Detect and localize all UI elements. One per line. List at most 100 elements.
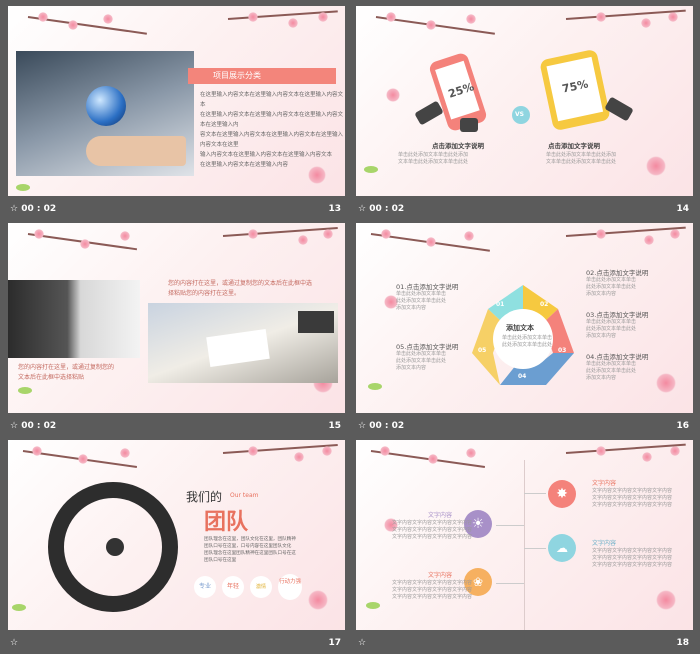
blossom-icon [103, 14, 113, 24]
blossom-icon [381, 229, 391, 239]
text-line: 年轻 [226, 583, 239, 590]
blossom-icon [428, 454, 438, 464]
star-badge-icon: ✸ [548, 480, 576, 508]
text-line: 文字内容文字内容文字内容文字内容 [592, 562, 673, 568]
section-banner [188, 68, 336, 84]
hand-image [86, 136, 186, 166]
text-line: 添加文本内容 [586, 333, 617, 339]
item-label: 03.点击添加文字说明 [586, 311, 649, 319]
blossom-icon [386, 12, 396, 22]
blossom-icon [642, 452, 652, 462]
left-text: 您的内容打在这里，或通过复制您的 文本后在此框中选择粘贴 [18, 363, 114, 383]
item-01: 01.点击添加文字说明 单击此处添加文本单击 此处添加文本单击此处 添加文本内容 [396, 281, 458, 312]
blossom-icon [466, 14, 476, 24]
slide-timing: ☆ 00 : 02 [10, 204, 57, 214]
connector-line [496, 583, 524, 584]
item-02: 02.点击添加文字说明 单击此处添加文本单击 此处添加文本单击此处 添加文本内容 [586, 267, 648, 298]
blossom-icon [670, 229, 680, 239]
tag-passion: 激情 [250, 576, 272, 598]
blossom-icon [78, 454, 88, 464]
slide-number: 13 [328, 204, 341, 214]
item-label: 02.点击添加文字说明 [586, 269, 649, 277]
slide-info-bar: ☆ 18 [356, 634, 693, 654]
blossom-icon [386, 88, 400, 102]
blossom-icon [38, 12, 48, 22]
desc-3: 文字内容文字内容文字内容文字内容 文字内容文字内容文字内容文字内容 文字内容文字内容… [592, 548, 672, 569]
right-text: 您的内容打在这里，或通过复制您的文本后在此框中选 择粘贴您的内容打在这里。 [168, 279, 312, 299]
text-line: 00 : 02 [21, 421, 57, 431]
desc-line: 文本单击此处添加文本单击此处 [398, 159, 469, 165]
text-line: 此处添加文本单击此处 [586, 368, 637, 374]
timeline-line [524, 460, 525, 630]
connector-line [496, 525, 524, 526]
slide-canvas: 25% VS 75% 点击添加文字说明 单击此处添加文本单击此处添加 文本单击此… [356, 6, 693, 196]
text-line: 文字内容文字内容文字内容文字内容 [592, 555, 673, 561]
blossom-icon [120, 231, 130, 241]
team-circle-photo [48, 482, 178, 612]
meeting-photo [148, 303, 338, 383]
desc-line: 团队理念在这里团队精神在这里团队口号在这 [204, 551, 296, 556]
center-desc: 单击此处添加文本单击 此处添加文本单击此处 [502, 335, 552, 349]
text-line: 单击此处添加文本单击 [586, 319, 637, 325]
slide-info-bar: ☆ 17 [8, 634, 345, 654]
tag-professional: 专业 [194, 576, 216, 598]
connector-line [524, 548, 546, 549]
desc-line: 此处添加文本单击此处 [502, 342, 553, 348]
blossom-icon [120, 448, 130, 458]
paper-image [206, 328, 270, 368]
slide-number: 16 [676, 421, 689, 431]
desc-line: 单击此处添加文本单击此处添加 [398, 152, 469, 158]
blossom-icon [670, 446, 680, 456]
seg-num-02: 02 [540, 301, 549, 308]
blossom-icon [318, 12, 328, 22]
text-line: 文字内容文字内容文字内容文字内容 [592, 502, 673, 508]
body-line: 在这里输入内容文本在这里输入内容文本在这里输入内容文本在这里输入内 [200, 112, 344, 128]
slide-canvas: 我们的 Our team 团队 团队理念在这里，团队文化在这里，团队精神 团队口… [8, 440, 345, 630]
text-line: 添加文本内容 [586, 375, 617, 381]
laptop-image [298, 311, 334, 333]
blossom-icon [288, 18, 298, 28]
body-line: 容文本在这里输入内容文本在这里输入内容文本在这里输入内容文本在这里 [200, 132, 344, 148]
item-05: 05.点击添加文字说明 单击此处添加文本单击 此处添加文本单击此处 添加文本内容 [396, 341, 458, 372]
desc-line: 文本单击此处添加文本单击此处 [546, 159, 617, 165]
leaf-icon [18, 387, 32, 394]
text-line: 单击此处添加文本单击 [586, 277, 637, 283]
seg-num-05: 05 [478, 347, 487, 354]
left-desc: 单击此处添加文本单击此处添加 文本单击此处添加文本单击此处 [398, 152, 468, 166]
desc-line: 团队理念在这里，团队文化在这里，团队精神 [204, 537, 296, 542]
banner-text: 项目展示分类 [213, 71, 261, 80]
tag-young: 年轻 [222, 576, 244, 598]
blossom-icon [656, 373, 676, 393]
text-line: 文字内容文字内容文字内容文字内容 [392, 534, 473, 540]
seg-num-03: 03 [558, 347, 567, 354]
blossom-icon [248, 12, 258, 22]
text-line: 添加文本内容 [396, 305, 427, 311]
right-desc: 单击此处添加文本单击此处添加 文本单击此处添加文本单击此处 [546, 152, 616, 166]
item-label: 01.点击添加文字说明 [396, 283, 459, 291]
blossom-icon [32, 446, 42, 456]
text-line: 文字内容文字内容文字内容文字内容 [392, 594, 473, 600]
label-2: 文字内容 [428, 512, 453, 519]
blossom-icon [380, 446, 390, 456]
team-big-title: 团队 [204, 510, 249, 535]
blossom-icon [464, 231, 474, 241]
blossom-icon [646, 156, 666, 176]
desc-2: 文字内容文字内容文字内容文字内容 文字内容文字内容文字内容文字内容 文字内容文字内容… [392, 520, 472, 541]
globe-icon [86, 86, 126, 126]
text-line: 文字内容文字内容文字内容文字内容 [592, 488, 673, 494]
leaf-icon [366, 602, 380, 609]
tag-action: 行动力强 [278, 574, 302, 600]
blossom-icon [426, 237, 436, 247]
blossom-icon [596, 446, 606, 456]
slide-info-bar: ☆ 00 : 02 14 [356, 200, 693, 220]
slide-canvas: 01 02 03 04 05 添加文本 单击此处添加文本单击 此处添加文本单击此… [356, 223, 693, 413]
blossom-icon [68, 20, 78, 30]
text-line: 您的内容打在这里，或通过复制您的 [18, 364, 115, 371]
body-text: 在这里输入内容文本在这里输入内容文本在这里输入内容文本 在这里输入内容文本在这里… [200, 90, 345, 170]
team-title: 我们的 [186, 490, 223, 504]
blossom-icon [80, 239, 90, 249]
hand-left-icon [414, 100, 444, 126]
text-line: 文字内容文字内容文字内容文字内容 [392, 527, 473, 533]
label-4: 文字内容 [428, 572, 453, 579]
seg-num-04: 04 [518, 373, 527, 380]
